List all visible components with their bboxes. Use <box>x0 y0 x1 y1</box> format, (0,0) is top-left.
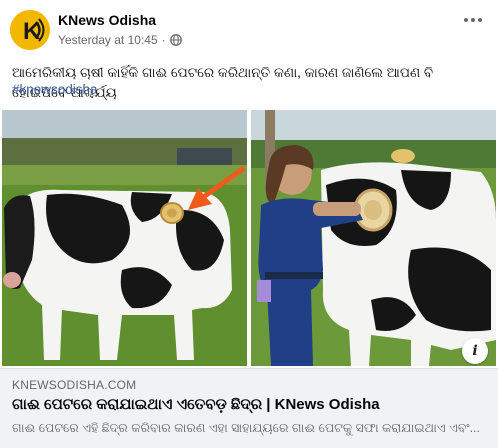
cow-photo-left[interactable] <box>2 110 247 366</box>
link-description: ଗାଈ ପେଟରେ ଏହି ଛିଦ୍ର କରିବାର କାରଣ ଏହା ସାହା… <box>12 421 480 435</box>
info-icon[interactable]: i <box>462 338 488 364</box>
globe-icon[interactable] <box>169 34 182 46</box>
post-timestamp[interactable]: Yesterday at 10:45 <box>58 33 158 47</box>
post-media[interactable]: i <box>0 108 498 368</box>
page-avatar[interactable]: K <box>10 10 50 50</box>
link-preview[interactable]: KNEWSODISHA.COM ଗାଈ ପେଟରେ କରାଯାଇଥାଏ ଏତେବ… <box>0 368 498 448</box>
page-name[interactable]: KNews Odisha <box>58 12 156 28</box>
post-header: K KNews Odisha Yesterday at 10:45 · <box>0 0 498 60</box>
more-options-icon[interactable] <box>458 10 488 30</box>
meta-separator: · <box>161 33 166 47</box>
knews-logo-icon: K <box>10 10 50 50</box>
link-domain: KNEWSODISHA.COM <box>12 378 137 392</box>
hashtag-link[interactable]: #knewsodisha <box>12 81 98 99</box>
post-meta: Yesterday at 10:45 · <box>58 33 182 47</box>
link-title[interactable]: ଗାଈ ପେଟରେ କରାଯାଇଥାଏ ଏତେବଡ଼ ଛିଦ୍ର | KNews… <box>12 395 486 415</box>
cow-photo-right[interactable] <box>251 110 496 366</box>
